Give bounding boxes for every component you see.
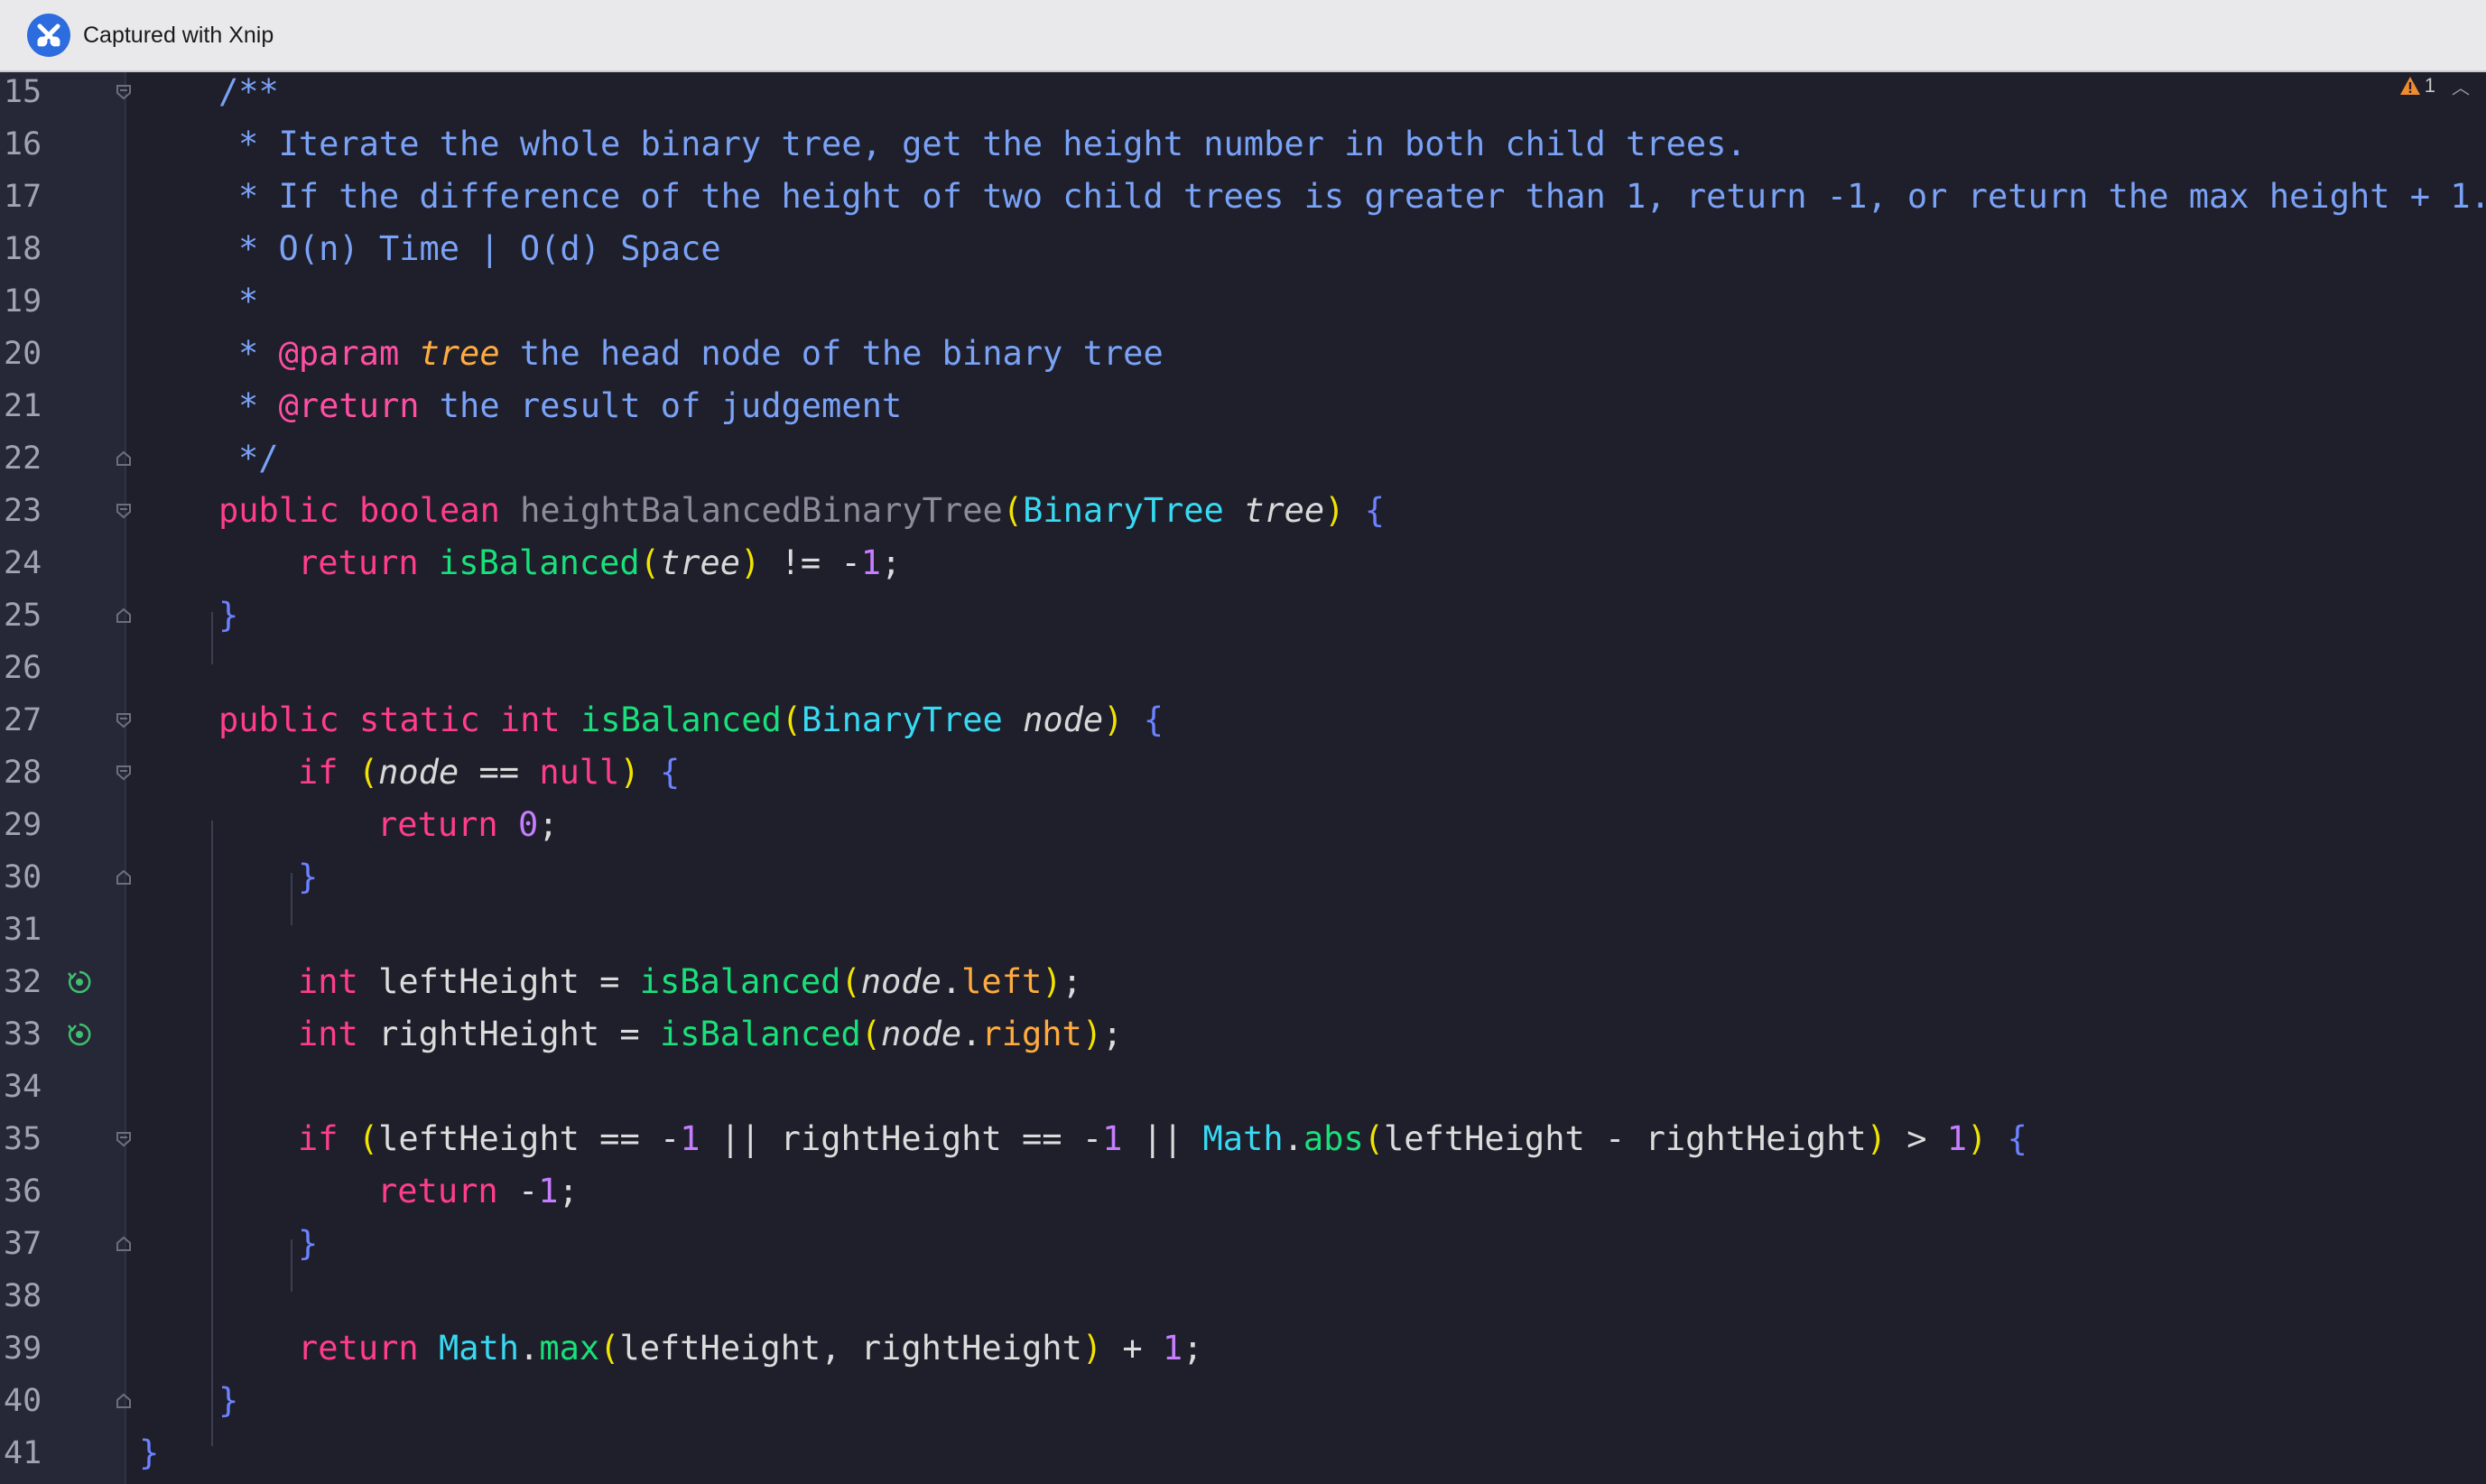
line-number: 39 <box>4 1331 42 1367</box>
comment: * <box>238 282 259 320</box>
code-line: 28 if (node == null) { <box>0 747 2486 799</box>
code-line: 21 * @return the result of judgement <box>0 380 2486 432</box>
line-number: 23 <box>4 493 42 529</box>
xnip-logo-icon <box>27 14 70 57</box>
comment: * If the difference of the height of two… <box>238 177 2486 216</box>
line-number: 29 <box>4 807 42 843</box>
window-title: Captured with Xnip <box>83 22 274 48</box>
code-line: 16 * Iterate the whole binary tree, get … <box>0 118 2486 171</box>
closing-brace: } <box>139 1433 160 1472</box>
fold-end-icon[interactable] <box>115 450 133 468</box>
fold-open-icon[interactable] <box>115 502 133 520</box>
code-line: 32 int leftHeight = isBalanced(node.left… <box>0 956 2486 1008</box>
recursive-call-icon[interactable] <box>66 969 93 996</box>
statement: return isBalanced(tree) != -1; <box>298 543 902 582</box>
comment: * Iterate the whole binary tree, get the… <box>238 125 1747 163</box>
statement: return -1; <box>377 1172 579 1210</box>
fold-open-icon[interactable] <box>115 1130 133 1148</box>
code-line: 26 <box>0 642 2486 694</box>
line-number: 17 <box>4 179 42 215</box>
recursive-call-icon[interactable] <box>66 1021 93 1048</box>
fold-open-icon[interactable] <box>115 764 133 782</box>
line-number: 38 <box>4 1278 42 1314</box>
comment: * O(n) Time | O(d) Space <box>238 229 721 268</box>
code-line: 35 if (leftHeight == -1 || rightHeight =… <box>0 1113 2486 1165</box>
line-number: 19 <box>4 283 42 320</box>
line-number: 37 <box>4 1226 42 1262</box>
line-number: 33 <box>4 1016 42 1053</box>
statement: return Math.max(leftHeight, rightHeight)… <box>298 1329 1203 1368</box>
doc-return-line: * @return the result of judgement <box>238 386 903 425</box>
line-number: 35 <box>4 1121 42 1157</box>
line-number: 22 <box>4 441 42 477</box>
code-line: 27 public static int isBalanced(BinaryTr… <box>0 694 2486 747</box>
code-line: 20 * @param tree the head node of the bi… <box>0 328 2486 380</box>
fold-open-icon[interactable] <box>115 83 133 101</box>
code-line: 37 } <box>0 1218 2486 1270</box>
line-number: 41 <box>4 1435 42 1471</box>
line-number: 16 <box>4 126 42 162</box>
code-line: 30 } <box>0 851 2486 904</box>
line-number: 25 <box>4 598 42 634</box>
statement: return 0; <box>377 805 559 844</box>
code-line: 31 <box>0 904 2486 956</box>
comment: */ <box>238 439 279 478</box>
line-number: 24 <box>4 545 42 581</box>
line-number: 28 <box>4 755 42 791</box>
code-line: 25 } <box>0 589 2486 642</box>
title-bar: Captured with Xnip <box>0 0 2486 72</box>
code-line: 41 } <box>0 1427 2486 1479</box>
fold-end-icon[interactable] <box>115 1235 133 1253</box>
closing-brace: } <box>218 1381 239 1420</box>
fold-open-icon[interactable] <box>115 711 133 729</box>
statement: if (leftHeight == -1 || rightHeight == -… <box>298 1119 2027 1158</box>
method-signature: public boolean heightBalancedBinaryTree(… <box>218 491 1386 530</box>
code-line: 29 return 0; <box>0 799 2486 851</box>
closing-brace: } <box>218 596 239 635</box>
line-number: 40 <box>4 1383 42 1419</box>
line-number: 18 <box>4 231 42 267</box>
statement: int leftHeight = isBalanced(node.left); <box>298 962 1082 1001</box>
code-line: 38 <box>0 1270 2486 1322</box>
method-signature: public static int isBalanced(BinaryTree … <box>218 700 1164 739</box>
code-line: 18 * O(n) Time | O(d) Space <box>0 223 2486 275</box>
statement: if (node == null) { <box>298 753 681 792</box>
line-number: 27 <box>4 702 42 738</box>
line-number: 32 <box>4 964 42 1000</box>
code-line: 40 } <box>0 1375 2486 1427</box>
code-line: 36 return -1; <box>0 1165 2486 1218</box>
line-number: 26 <box>4 650 42 686</box>
code-line: 17 * If the difference of the height of … <box>0 171 2486 223</box>
statement: int rightHeight = isBalanced(node.right)… <box>298 1015 1123 1053</box>
code-line: 22 */ <box>0 432 2486 485</box>
code-line: 24 return isBalanced(tree) != -1; <box>0 537 2486 589</box>
line-number: 21 <box>4 388 42 424</box>
line-number: 34 <box>4 1069 42 1105</box>
code-line: 15 /** <box>0 72 2486 118</box>
code-line: 19 * <box>0 275 2486 328</box>
doc-param-line: * @param tree the head node of the binar… <box>238 334 1164 373</box>
code-line: 39 return Math.max(leftHeight, rightHeig… <box>0 1322 2486 1375</box>
code-line: 33 int rightHeight = isBalanced(node.rig… <box>0 1008 2486 1061</box>
closing-brace: } <box>298 1224 319 1263</box>
closing-brace: } <box>298 858 319 896</box>
line-number: 15 <box>4 74 42 110</box>
fold-end-icon[interactable] <box>115 607 133 625</box>
comment: /** <box>218 72 279 111</box>
line-number: 36 <box>4 1173 42 1210</box>
fold-end-icon[interactable] <box>115 1392 133 1410</box>
code-line: 34 <box>0 1061 2486 1113</box>
line-number: 31 <box>4 912 42 948</box>
line-number: 30 <box>4 859 42 895</box>
code-line: 23 public boolean heightBalancedBinaryTr… <box>0 485 2486 537</box>
fold-end-icon[interactable] <box>115 868 133 886</box>
code-editor[interactable]: 1 ︿ 15 /** 16 * Iterate the whole binary… <box>0 72 2486 1484</box>
line-number: 20 <box>4 336 42 372</box>
